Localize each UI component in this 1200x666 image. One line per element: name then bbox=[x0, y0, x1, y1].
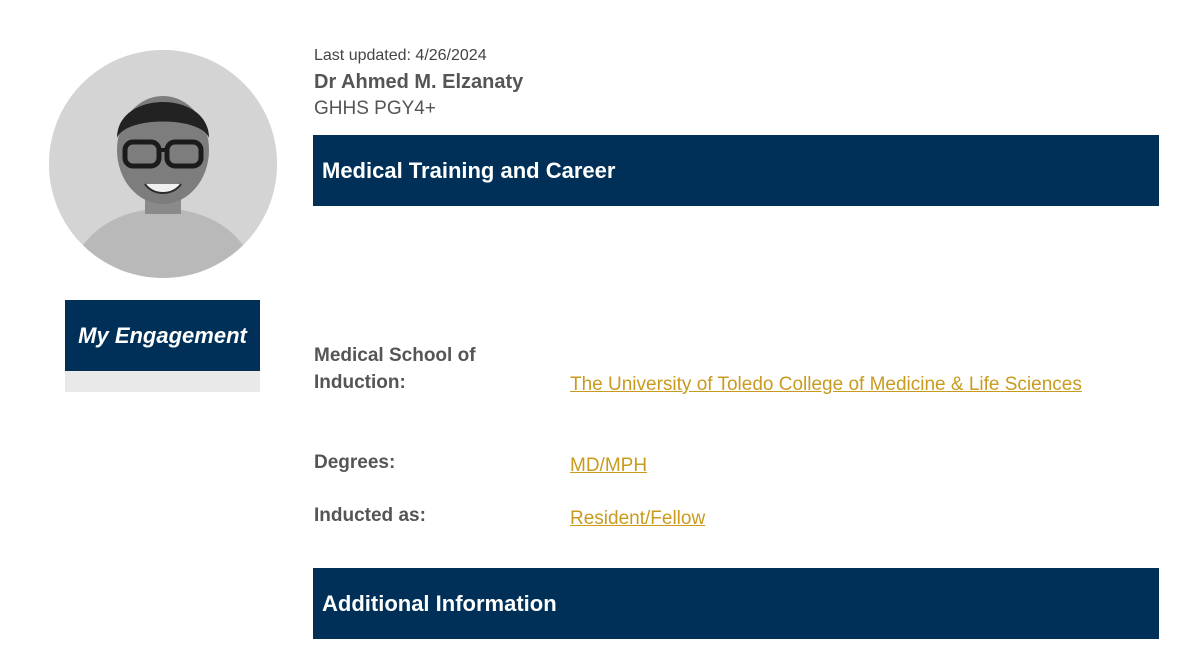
profile-name: Dr Ahmed M. Elzanaty bbox=[314, 71, 524, 93]
my-engagement-label: My Engagement bbox=[78, 322, 247, 348]
profile-photo bbox=[49, 50, 277, 278]
section-title: Additional Information bbox=[322, 590, 557, 616]
section-title: Medical Training and Career bbox=[322, 157, 616, 183]
last-updated-text: Last updated: 4/26/2024 bbox=[314, 47, 487, 64]
degrees-label: Degrees: bbox=[314, 452, 396, 473]
inducted-as-link[interactable]: Resident/Fellow bbox=[570, 508, 705, 530]
medical-school-link[interactable]: The University of Toledo College of Medi… bbox=[570, 374, 1082, 396]
medical-school-label: Medical School of Induction: bbox=[314, 345, 476, 393]
profile-role: GHHS PGY4+ bbox=[314, 98, 436, 119]
inducted-as-label: Inducted as: bbox=[314, 505, 426, 526]
my-engagement-button[interactable]: My Engagement bbox=[65, 300, 260, 371]
section-header-additional-information: Additional Information bbox=[313, 568, 1159, 639]
engagement-footer-strip bbox=[65, 371, 260, 392]
section-header-medical-training: Medical Training and Career bbox=[313, 135, 1159, 206]
degrees-link[interactable]: MD/MPH bbox=[570, 455, 647, 477]
person-photo-icon bbox=[49, 50, 277, 278]
